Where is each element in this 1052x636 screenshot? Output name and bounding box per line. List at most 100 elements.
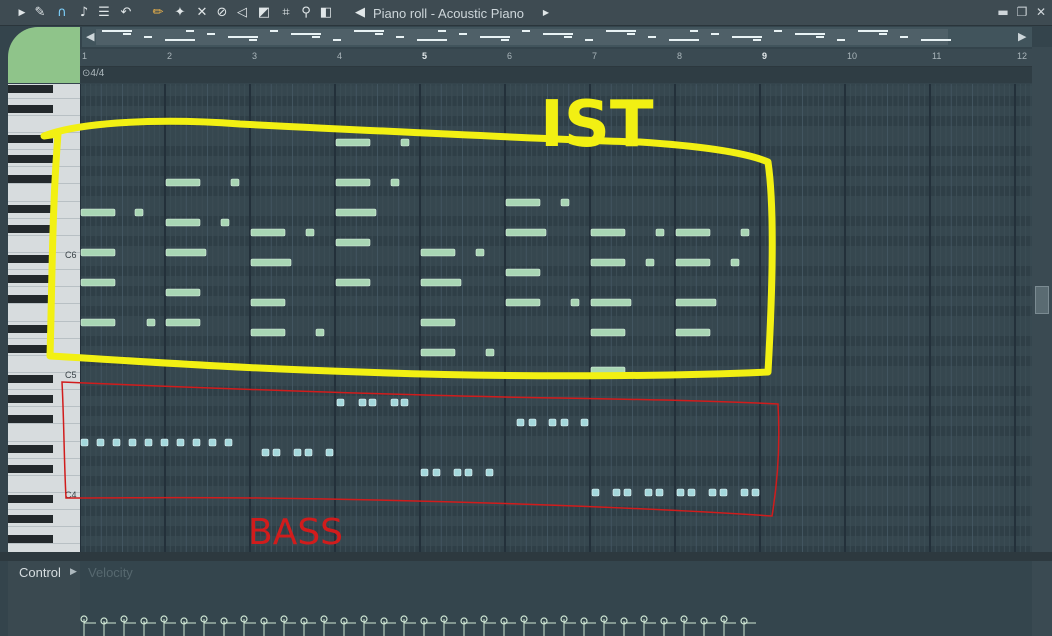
melody-note[interactable] — [675, 328, 711, 337]
black-key[interactable] — [8, 295, 53, 303]
black-key[interactable] — [8, 85, 53, 93]
melody-note[interactable] — [655, 228, 665, 237]
melody-note[interactable] — [740, 228, 750, 237]
control-label[interactable]: Control — [19, 565, 61, 580]
melody-note[interactable] — [80, 278, 116, 287]
black-key[interactable] — [8, 155, 53, 163]
black-key[interactable] — [8, 445, 53, 453]
melody-note[interactable] — [590, 328, 626, 337]
bass-note[interactable] — [400, 398, 409, 407]
bass-note[interactable] — [390, 398, 399, 407]
bass-note[interactable] — [464, 468, 473, 477]
magnet-icon[interactable]: ∩ — [54, 5, 70, 21]
melody-note[interactable] — [590, 228, 626, 237]
black-key[interactable] — [8, 275, 53, 283]
bass-note[interactable] — [580, 418, 589, 427]
melody-note[interactable] — [335, 138, 371, 147]
bass-note[interactable] — [420, 468, 429, 477]
black-key[interactable] — [8, 255, 53, 263]
bass-note[interactable] — [591, 488, 600, 497]
bass-note[interactable] — [358, 398, 367, 407]
piano-keyboard[interactable]: C6 C5 C4 — [8, 84, 80, 552]
bass-note[interactable] — [96, 438, 105, 447]
melody-note[interactable] — [165, 288, 201, 297]
melody-note[interactable] — [335, 278, 371, 287]
black-key[interactable] — [8, 135, 53, 143]
note-grid[interactable] — [80, 84, 1032, 552]
vertical-scroll-thumb[interactable] — [1035, 286, 1049, 314]
melody-note[interactable] — [420, 318, 456, 327]
melody-note[interactable] — [220, 218, 230, 227]
black-key[interactable] — [8, 415, 53, 423]
melody-note[interactable] — [335, 208, 377, 217]
bass-note[interactable] — [528, 418, 537, 427]
scroll-left-icon[interactable]: ◀ — [86, 30, 94, 43]
melody-note[interactable] — [250, 228, 286, 237]
melody-note[interactable] — [590, 366, 626, 375]
melody-note[interactable] — [250, 328, 286, 337]
melody-note[interactable] — [590, 258, 626, 267]
black-key[interactable] — [8, 105, 53, 113]
delete-icon[interactable]: ✕ — [194, 5, 210, 21]
bass-note[interactable] — [623, 488, 632, 497]
bass-note[interactable] — [751, 488, 760, 497]
melody-note[interactable] — [250, 298, 286, 307]
melody-note[interactable] — [505, 298, 541, 307]
list-icon[interactable]: ☰ — [96, 5, 112, 21]
snap-corner[interactable] — [8, 27, 80, 83]
bass-note[interactable] — [304, 448, 313, 457]
bass-note[interactable] — [516, 418, 525, 427]
bass-note[interactable] — [676, 488, 685, 497]
bass-note[interactable] — [485, 468, 494, 477]
bass-note[interactable] — [687, 488, 696, 497]
melody-note[interactable] — [315, 328, 325, 337]
melody-note[interactable] — [305, 228, 315, 237]
bass-note[interactable] — [80, 438, 89, 447]
bass-note[interactable] — [192, 438, 201, 447]
melody-note[interactable] — [230, 178, 240, 187]
bass-note[interactable] — [644, 488, 653, 497]
melody-note[interactable] — [485, 348, 495, 357]
black-key[interactable] — [8, 495, 53, 503]
bass-note[interactable] — [560, 418, 569, 427]
melody-note[interactable] — [335, 178, 371, 187]
bass-note[interactable] — [160, 438, 169, 447]
melody-note[interactable] — [165, 178, 201, 187]
melody-note[interactable] — [645, 258, 655, 267]
scroll-right-icon[interactable]: ▶ — [1018, 30, 1026, 43]
melody-note[interactable] — [675, 258, 711, 267]
melody-note[interactable] — [80, 248, 116, 257]
black-key[interactable] — [8, 535, 53, 543]
minimize-icon[interactable]: ▬ — [996, 5, 1010, 19]
bass-note[interactable] — [612, 488, 621, 497]
melody-note[interactable] — [675, 228, 711, 237]
bass-note[interactable] — [261, 448, 270, 457]
bass-note[interactable] — [208, 438, 217, 447]
bass-note[interactable] — [655, 488, 664, 497]
undo-icon[interactable]: ↶ — [118, 5, 134, 21]
select-box-icon[interactable]: ⌗ — [278, 5, 294, 21]
bass-note[interactable] — [128, 438, 137, 447]
melody-note[interactable] — [146, 318, 156, 327]
melody-note[interactable] — [590, 298, 632, 307]
melody-note[interactable] — [505, 198, 541, 207]
note-grid-canvas[interactable] — [80, 84, 1032, 552]
pencil-icon[interactable]: ✏ — [150, 5, 166, 21]
pane-divider[interactable] — [0, 552, 1052, 561]
bass-note[interactable] — [112, 438, 121, 447]
melody-note[interactable] — [165, 318, 201, 327]
velocity-bars[interactable] — [80, 561, 1032, 636]
mute-icon[interactable]: ⊘ — [214, 5, 230, 21]
bass-note[interactable] — [144, 438, 153, 447]
black-key[interactable] — [8, 375, 53, 383]
wrench-icon[interactable]: ✎ — [32, 5, 48, 21]
black-key[interactable] — [8, 345, 53, 353]
black-key[interactable] — [8, 175, 53, 183]
melody-note[interactable] — [80, 318, 116, 327]
bass-note[interactable] — [176, 438, 185, 447]
melody-note[interactable] — [420, 278, 462, 287]
melody-note[interactable] — [420, 248, 456, 257]
black-key[interactable] — [8, 325, 53, 333]
black-key[interactable] — [8, 395, 53, 403]
select-icon[interactable]: ◩ — [256, 5, 272, 21]
